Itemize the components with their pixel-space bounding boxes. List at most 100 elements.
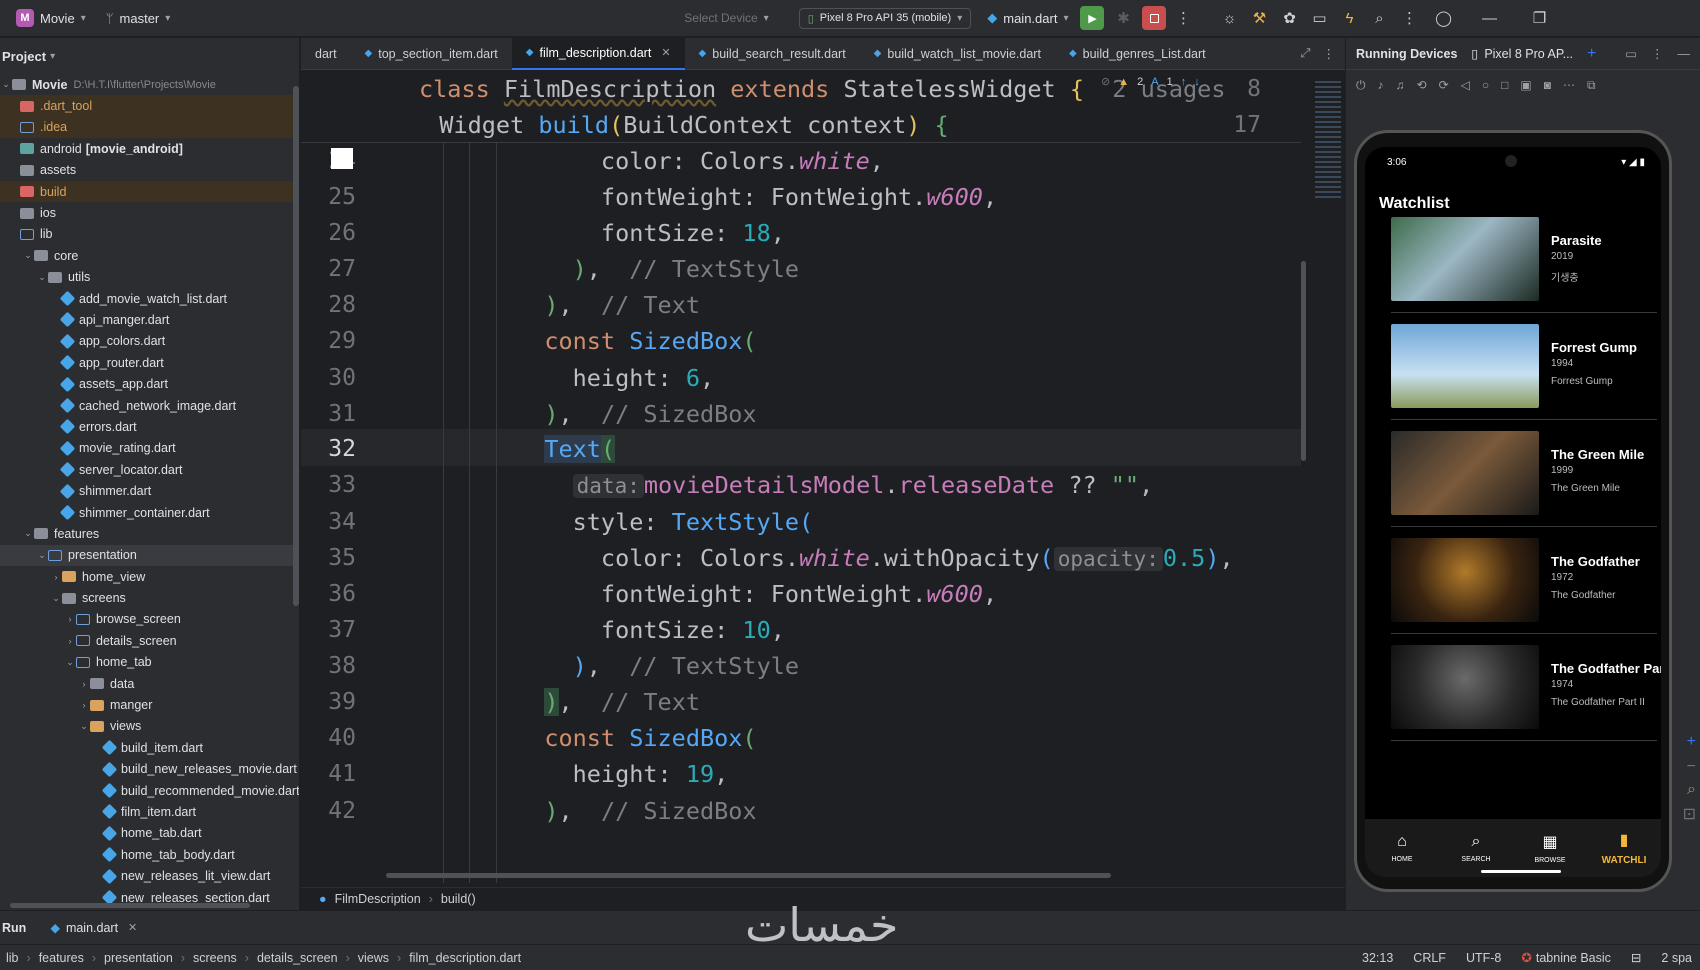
tabs-more-icon[interactable]: ⋮: [1323, 46, 1336, 61]
watchlist-item[interactable]: The Godfather 1972 The Godfather: [1391, 538, 1657, 650]
zoom-out-icon[interactable]: −: [1687, 758, 1696, 776]
status-path-segment[interactable]: details_screen: [257, 951, 338, 965]
tree-folder[interactable]: android [movie_android]: [0, 138, 299, 159]
tree-root[interactable]: ⌄ Movie D:\H.T.I\flutter\Projects\Movie: [0, 74, 299, 95]
line-separator[interactable]: CRLF: [1413, 951, 1446, 965]
tree-folder[interactable]: ⌄ utils: [0, 267, 299, 288]
breadcrumb-method[interactable]: build(): [441, 892, 476, 906]
editor-vscrollbar[interactable]: [1301, 261, 1306, 461]
tree-file[interactable]: app_colors.dart: [0, 331, 299, 352]
indent-setting[interactable]: 2 spa: [1661, 951, 1692, 965]
settings-more-icon[interactable]: ⋮: [1398, 7, 1420, 29]
tree-folder[interactable]: assets: [0, 160, 299, 181]
run-label[interactable]: Run: [0, 921, 26, 935]
watchlist-item[interactable]: The Green Mile 1999 The Green Mile: [1391, 431, 1657, 543]
tab-film-description-dart[interactable]: ◆ film_description.dart ✕: [511, 37, 685, 70]
run-config-dropdown[interactable]: ◆ main.dart ▾: [987, 10, 1068, 26]
search-icon[interactable]: ⌕: [1368, 7, 1390, 29]
tree-folder[interactable]: build: [0, 180, 299, 203]
project-selector[interactable]: M Movie ▾: [16, 9, 86, 27]
tabnine-status[interactable]: ✪ tabnine Basic: [1521, 950, 1611, 966]
close-icon[interactable]: ✕: [661, 46, 670, 59]
tree-file[interactable]: cached_network_image.dart: [0, 395, 299, 416]
status-path-segment[interactable]: lib: [6, 951, 19, 965]
close-icon[interactable]: ✕: [128, 921, 137, 934]
tree-folder[interactable]: ios: [0, 202, 299, 223]
status-path-segment[interactable]: views: [358, 951, 389, 965]
nav-search[interactable]: ⌕ SEARCH: [1439, 819, 1513, 877]
tab-build-search-result-dart[interactable]: ◆ build_search_result.dart: [685, 38, 860, 70]
device-tab[interactable]: ▯ Pixel 8 Pro AP...: [1471, 46, 1573, 62]
tree-folder[interactable]: › data: [0, 673, 299, 694]
volume-down-icon[interactable]: ♫: [1396, 78, 1405, 92]
zoom-fit-icon[interactable]: ⌕: [1687, 781, 1696, 799]
add-device-icon[interactable]: +: [1587, 45, 1596, 63]
debug-icon[interactable]: ✱: [1112, 7, 1134, 29]
tools-icon[interactable]: ⚒: [1248, 7, 1270, 29]
overview-icon[interactable]: □: [1501, 78, 1508, 92]
nav-home[interactable]: ⌂ HOME: [1365, 819, 1439, 877]
tree-file[interactable]: assets_app.dart: [0, 373, 299, 394]
expand-icon[interactable]: ⤢: [1300, 46, 1310, 61]
caret-position[interactable]: 32:13: [1362, 951, 1393, 965]
arrow-down-icon[interactable]: ↓: [1194, 76, 1200, 88]
device-more-icon[interactable]: ⋯: [1563, 78, 1575, 92]
nav-browse[interactable]: ▦ BROWSE: [1513, 819, 1587, 877]
tab-dart[interactable]: dart: [301, 38, 351, 70]
zoom-in-icon[interactable]: +: [1687, 733, 1696, 751]
bug-icon[interactable]: ☼: [1218, 7, 1240, 29]
breadcrumb-class[interactable]: FilmDescription: [335, 892, 421, 906]
tree-file[interactable]: add_movie_watch_list.dart: [0, 288, 299, 309]
minimize-icon[interactable]: —: [1478, 7, 1500, 29]
rotate-right-icon[interactable]: ⟳: [1439, 78, 1449, 92]
watchlist-item[interactable]: Parasite 2019 기생충: [1391, 217, 1657, 329]
hide-panel-icon[interactable]: —: [1678, 47, 1700, 61]
tree-folder[interactable]: ⌄ views: [0, 716, 299, 737]
branch-selector[interactable]: ᛘ master ▾: [106, 11, 171, 26]
tree-file[interactable]: home_tab_body.dart: [0, 844, 299, 865]
phone-screen[interactable]: 3:06 ▾ ◢ ▮ Watchlist Parasite 2019 기생충 Forr…: [1365, 147, 1661, 877]
snapshot-icon[interactable]: ▣: [1520, 78, 1531, 92]
power-icon[interactable]: ⏻: [1356, 78, 1366, 93]
tree-file[interactable]: build_recommended_movie.dart: [0, 780, 299, 801]
volume-up-icon[interactable]: ♪: [1378, 78, 1384, 92]
tree-folder[interactable]: ⌄ core: [0, 245, 299, 266]
tree-file[interactable]: new_releases_lit_view.dart: [0, 865, 299, 886]
tree-folder[interactable]: › manger: [0, 694, 299, 715]
tree-file[interactable]: build_item.dart: [0, 737, 299, 758]
device-dropdown[interactable]: ▯ Pixel 8 Pro API 35 (mobile) ▾: [798, 7, 972, 29]
tree-folder[interactable]: lib: [0, 224, 299, 245]
select-device-dropdown[interactable]: Select Device ▾: [684, 11, 768, 25]
tree-file[interactable]: movie_rating.dart: [0, 438, 299, 459]
project-panel-header[interactable]: Project ▾: [0, 38, 299, 74]
project-hscrollbar[interactable]: [10, 903, 250, 908]
tree-folder[interactable]: › home_view: [0, 566, 299, 587]
back-icon[interactable]: ◁: [1461, 78, 1470, 92]
mirror-icon[interactable]: ⧉: [1587, 78, 1596, 93]
watchlist-item[interactable]: The Godfather Part II 1974 The Godfather P…: [1391, 645, 1661, 757]
minimap[interactable]: [1315, 81, 1341, 201]
fit-screen-icon[interactable]: ⊡: [1683, 804, 1696, 824]
tab-build-genres-list-dart[interactable]: ◆ build_genres_List.dart: [1055, 38, 1220, 70]
tab-top-section-item-dart[interactable]: ◆ top_section_item.dart: [351, 38, 512, 70]
tree-folder[interactable]: ⌄ presentation: [0, 544, 299, 566]
device-manager-icon[interactable]: ▭: [1308, 7, 1330, 29]
nav-watchli[interactable]: ▮ WATCHLI: [1587, 819, 1661, 877]
tree-folder[interactable]: ⌄ features: [0, 523, 299, 544]
tree-folder[interactable]: › browse_screen: [0, 609, 299, 630]
tree-file[interactable]: server_locator.dart: [0, 459, 299, 480]
layout-icon[interactable]: ▭: [1625, 46, 1637, 61]
rotate-left-icon[interactable]: ⟲: [1417, 78, 1427, 92]
arrow-up-icon[interactable]: ↑: [1181, 76, 1187, 88]
tree-file[interactable]: build_new_releases_movie.dart: [0, 759, 299, 780]
tree-file[interactable]: shimmer_container.dart: [0, 502, 299, 523]
run-button[interactable]: ▶: [1080, 6, 1105, 30]
watchlist-item[interactable]: Forrest Gump 1994 Forrest Gump: [1391, 324, 1657, 436]
tab-build-watch-list-movie-dart[interactable]: ◆ build_watch_list_movie.dart: [860, 38, 1055, 70]
devices-more-icon[interactable]: ⋮: [1651, 46, 1664, 61]
tree-folder[interactable]: › details_screen: [0, 630, 299, 651]
home-button-icon[interactable]: ○: [1482, 78, 1489, 92]
tree-file[interactable]: app_router.dart: [0, 352, 299, 373]
code-editor[interactable]: 8 class FilmDescription extends Stateles…: [301, 71, 1345, 886]
status-path-segment[interactable]: features: [39, 951, 84, 965]
